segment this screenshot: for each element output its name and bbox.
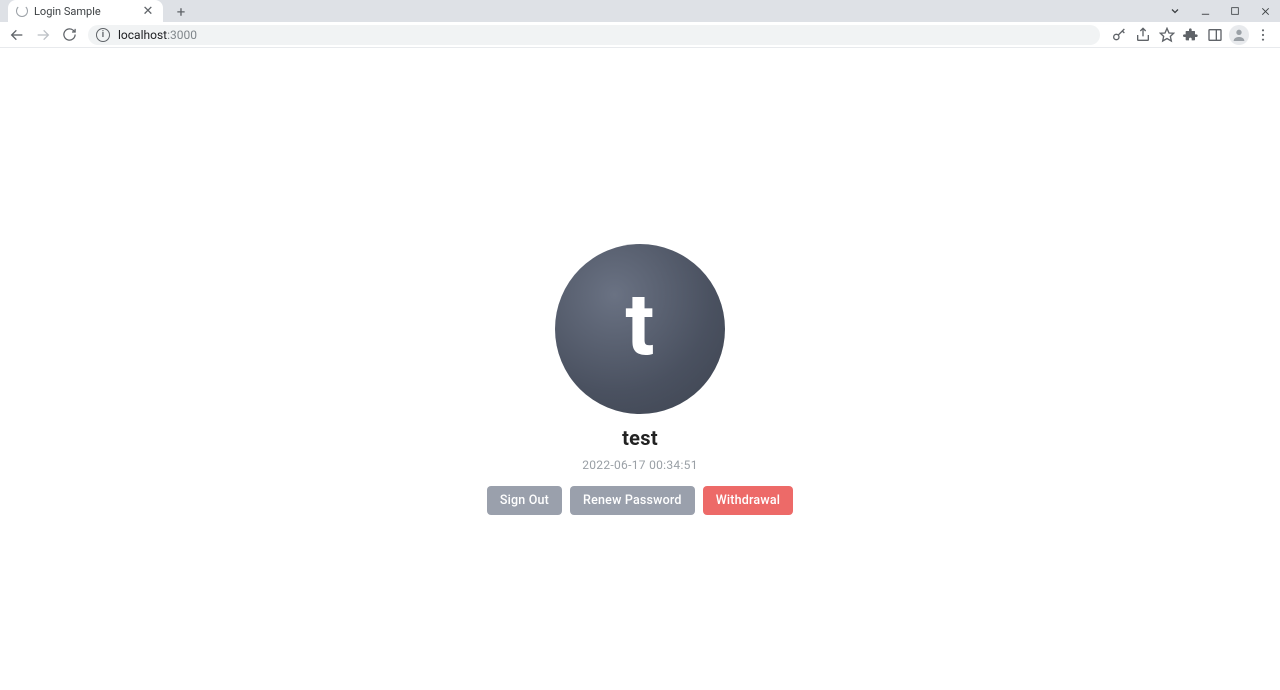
key-icon[interactable] — [1108, 24, 1130, 46]
avatar-initial: t — [625, 282, 654, 368]
profile-card: t test 2022-06-17 00:34:51 Sign Out Rene… — [487, 244, 793, 515]
share-icon[interactable] — [1132, 24, 1154, 46]
maximize-window-icon[interactable] — [1220, 0, 1250, 22]
extensions-icon[interactable] — [1180, 24, 1202, 46]
page-content-area: t test 2022-06-17 00:34:51 Sign Out Rene… — [0, 48, 1280, 690]
window-controls — [1160, 0, 1280, 22]
new-tab-button[interactable]: + — [171, 2, 191, 22]
menu-dots-icon[interactable] — [1252, 24, 1274, 46]
browser-tab-active[interactable]: Login Sample ✕ — [8, 0, 163, 22]
close-window-icon[interactable] — [1250, 0, 1280, 22]
address-bar[interactable]: i localhost:3000 — [88, 25, 1100, 45]
back-button[interactable] — [6, 24, 28, 46]
toolbar-right — [1108, 24, 1274, 46]
forward-button[interactable] — [32, 24, 54, 46]
url-path: :3000 — [167, 28, 197, 42]
chevron-down-icon[interactable] — [1160, 0, 1190, 22]
tab-title: Login Sample — [34, 5, 141, 18]
browser-toolbar: i localhost:3000 — [0, 22, 1280, 48]
withdrawal-button[interactable]: Withdrawal — [703, 486, 793, 515]
username-label: test — [622, 426, 658, 450]
sign-out-button[interactable]: Sign Out — [487, 486, 562, 515]
browser-tab-strip: Login Sample ✕ + — [0, 0, 1280, 22]
bookmark-star-icon[interactable] — [1156, 24, 1178, 46]
site-info-icon[interactable]: i — [96, 28, 110, 42]
action-button-row: Sign Out Renew Password Withdrawal — [487, 486, 793, 515]
side-panel-icon[interactable] — [1204, 24, 1226, 46]
profile-avatar-button[interactable] — [1228, 24, 1250, 46]
renew-password-button[interactable]: Renew Password — [570, 486, 695, 515]
minimize-window-icon[interactable] — [1190, 0, 1220, 22]
url-host: localhost — [118, 28, 167, 42]
reload-button[interactable] — [58, 24, 80, 46]
timestamp-label: 2022-06-17 00:34:51 — [582, 458, 698, 472]
avatar: t — [555, 244, 725, 414]
favicon-loading-icon — [16, 5, 28, 17]
close-tab-icon[interactable]: ✕ — [141, 4, 155, 18]
